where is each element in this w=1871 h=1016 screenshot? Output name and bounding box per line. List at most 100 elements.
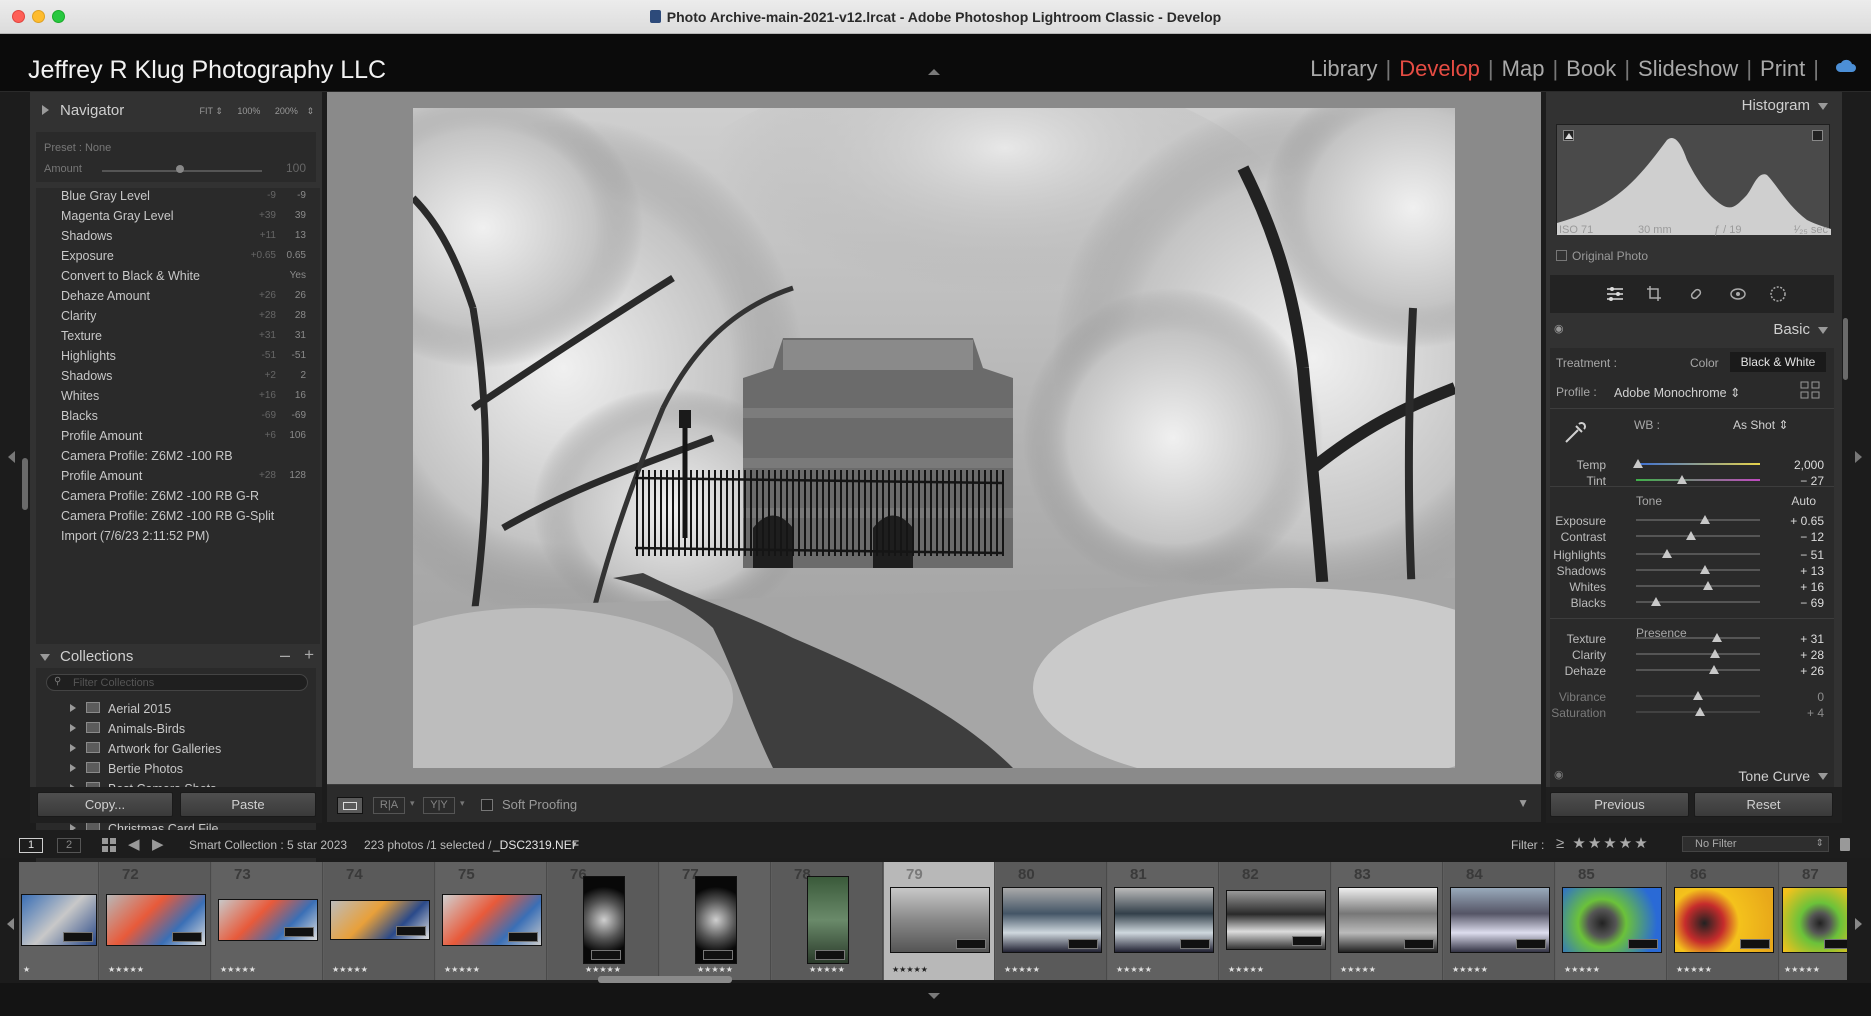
tone-auto-button[interactable]: Auto: [1791, 494, 1816, 508]
profile-dropdown[interactable]: Adobe Monochrome ⇕: [1614, 385, 1741, 400]
contrast-slider[interactable]: Contrast − 12: [1550, 527, 1834, 545]
red-eye-icon[interactable]: [1730, 287, 1746, 301]
filmstrip-cell[interactable]: 87 ★★★★★: [1780, 862, 1847, 980]
saturation-knob[interactable]: [1695, 707, 1706, 716]
filmstrip-scrollbar[interactable]: [598, 976, 732, 983]
filmstrip-cell[interactable]: 73 ★★★★★: [212, 862, 323, 980]
before-after-lr-button[interactable]: R|A: [373, 797, 405, 814]
clarity-value[interactable]: + 28: [1800, 648, 1824, 662]
toggle-top-panel-arrow[interactable]: [928, 69, 940, 75]
history-step[interactable]: Whites +16 16: [36, 386, 316, 406]
highlights-value[interactable]: − 51: [1800, 548, 1824, 562]
filmstrip-scroll-right-arrow[interactable]: [1855, 918, 1862, 930]
whites-knob[interactable]: [1702, 581, 1713, 590]
filmstrip-cell[interactable]: 76 ★★★★★: [548, 862, 659, 980]
current-filename[interactable]: _DSC2319.NEF: [493, 838, 579, 852]
module-library[interactable]: Library: [1310, 56, 1377, 81]
exposure-knob[interactable]: [1700, 515, 1711, 524]
module-print[interactable]: Print: [1760, 56, 1805, 81]
contrast-track[interactable]: [1636, 535, 1760, 537]
clarity-track[interactable]: [1636, 653, 1760, 655]
history-step[interactable]: Import (7/6/23 2:11:52 PM): [36, 526, 316, 546]
filmstrip-scroll-left-arrow[interactable]: [7, 918, 14, 930]
filter-preset-dropdown[interactable]: No Filter ⇕: [1682, 836, 1829, 852]
filmstrip-cell[interactable]: 78 ★★★★★: [772, 862, 883, 980]
original-photo-checkbox[interactable]: [1556, 250, 1567, 261]
zoom-100[interactable]: 100%: [237, 106, 260, 116]
healing-icon[interactable]: [1688, 286, 1704, 302]
module-develop[interactable]: Develop: [1399, 56, 1480, 81]
blacks-value[interactable]: − 69: [1800, 596, 1824, 610]
basic-collapse-icon[interactable]: [1818, 327, 1828, 334]
source-label[interactable]: Smart Collection : 5 star 2023: [189, 838, 347, 852]
history-step[interactable]: Blue Gray Level -9 -9: [36, 188, 316, 206]
filmstrip-cell[interactable]: 77 ★★★★★: [660, 862, 771, 980]
history-step[interactable]: Exposure +0.65 0.65: [36, 246, 316, 266]
filmstrip-cell[interactable]: 82 ★★★★★: [1220, 862, 1331, 980]
filmstrip-cell[interactable]: 86 ★★★★★: [1668, 862, 1779, 980]
module-book[interactable]: Book: [1566, 56, 1616, 81]
histogram-title[interactable]: Histogram: [1742, 97, 1810, 114]
filmstrip-cell[interactable]: 85 ★★★★★: [1556, 862, 1667, 980]
clarity-knob[interactable]: [1710, 649, 1721, 658]
vibrance-knob[interactable]: [1693, 691, 1703, 700]
wb-dropdown[interactable]: As Shot ⇕: [1733, 418, 1788, 432]
basic-title[interactable]: Basic: [1773, 321, 1810, 338]
module-slideshow[interactable]: Slideshow: [1638, 56, 1738, 81]
module-map[interactable]: Map: [1502, 56, 1545, 81]
whites-track[interactable]: [1636, 585, 1760, 587]
collection-filter-field[interactable]: ⚲ Filter Collections: [46, 674, 308, 691]
contrast-value[interactable]: − 12: [1800, 530, 1824, 544]
temp-knob[interactable]: [1633, 459, 1644, 468]
main-photo[interactable]: [413, 108, 1455, 768]
blacks-slider[interactable]: Blacks − 69: [1550, 593, 1834, 611]
history-step[interactable]: Highlights -51 -51: [36, 346, 316, 366]
zoom-menu-icon[interactable]: ⇕: [306, 106, 314, 116]
histogram-collapse-icon[interactable]: [1818, 103, 1828, 110]
shadows-track[interactable]: [1636, 569, 1760, 571]
before-after-menu-icon[interactable]: ▾: [410, 798, 415, 809]
filmstrip-cell[interactable]: 81 ★★★★★: [1108, 862, 1219, 980]
highlights-track[interactable]: [1636, 553, 1760, 555]
navigator-collapse-icon[interactable]: [42, 105, 49, 115]
left-scrollbar[interactable]: [22, 458, 28, 510]
temp-track[interactable]: [1636, 463, 1760, 465]
previous-settings-button[interactable]: Previous: [1550, 792, 1689, 817]
loupe-view-button[interactable]: [337, 797, 363, 814]
history-step[interactable]: Magenta Gray Level +39 39: [36, 206, 316, 226]
grid-view-icon[interactable]: [102, 838, 116, 852]
filmstrip-cell[interactable]: 80 ★★★★★: [996, 862, 1107, 980]
contrast-knob[interactable]: [1685, 531, 1696, 540]
add-collection-button[interactable]: +: [304, 645, 314, 665]
saturation-value[interactable]: + 4: [1807, 706, 1824, 720]
shadow-clipping-toggle[interactable]: [1563, 130, 1574, 141]
swap-menu-icon[interactable]: ▾: [460, 798, 465, 809]
shadows-knob[interactable]: [1700, 565, 1711, 574]
tint-knob[interactable]: [1676, 475, 1687, 484]
rating-filter[interactable]: ≥ ★★★★★: [1556, 834, 1650, 852]
filmstrip-cell[interactable]: 75 ★★★★★: [436, 862, 547, 980]
secondary-window-button[interactable]: 2: [57, 838, 81, 853]
navigator-header[interactable]: Navigator FIT ⇕ 100% 200% ⇕: [30, 97, 322, 125]
histogram-chart[interactable]: [1556, 124, 1831, 235]
collection-set[interactable]: Aerial 2015: [36, 698, 316, 718]
wb-eyedropper-icon[interactable]: [1562, 420, 1588, 446]
tint-slider[interactable]: Tint − 27: [1550, 471, 1834, 489]
copy-settings-button[interactable]: Copy...: [37, 792, 173, 817]
history-step[interactable]: Clarity +28 28: [36, 306, 316, 326]
expand-right-icon[interactable]: [70, 724, 76, 732]
basic-visibility-icon[interactable]: ◉: [1554, 322, 1564, 335]
toggle-left-panel-arrow[interactable]: [8, 451, 15, 463]
tone-curve-visibility-icon[interactable]: ◉: [1554, 768, 1564, 781]
profile-browser-icon[interactable]: [1800, 381, 1820, 399]
treatment-bw[interactable]: Black & White: [1730, 352, 1826, 372]
edit-sliders-icon[interactable]: [1606, 286, 1624, 302]
blacks-knob[interactable]: [1650, 597, 1661, 606]
history-step[interactable]: Blacks -69 -69: [36, 406, 316, 426]
history-step[interactable]: Texture +31 31: [36, 326, 316, 346]
filmstrip-cell[interactable]: 72 ★★★★★: [100, 862, 211, 980]
forward-arrow-icon[interactable]: ▶: [152, 835, 164, 853]
filmstrip-cell[interactable]: ★: [19, 862, 99, 980]
dehaze-value[interactable]: + 26: [1800, 664, 1824, 678]
dehaze-slider[interactable]: Dehaze + 26: [1550, 661, 1834, 679]
